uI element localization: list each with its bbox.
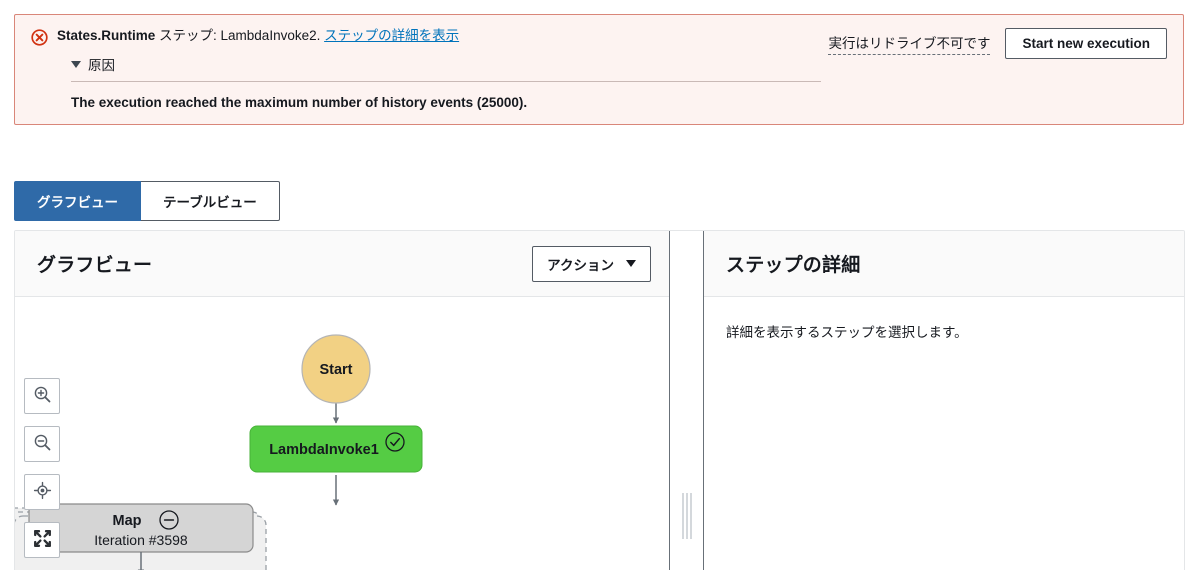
step-detail-pane: ステップの詳細 詳細を表示するステップを選択します。 — [704, 231, 1184, 570]
triangle-down-icon — [71, 60, 81, 68]
graph-zoom-toolbar — [24, 378, 60, 558]
pane-resizer[interactable] — [669, 231, 704, 570]
graph-pane: グラフビュー アクション Start LambdaInvoke1 Map Ite… — [15, 231, 669, 570]
graph-pane-title: グラフビュー — [37, 255, 153, 276]
actions-dropdown-label: アクション — [547, 257, 614, 273]
zoom-out-icon — [33, 433, 52, 455]
node-start-label: Start — [319, 362, 352, 378]
step-detail-empty-message: 詳細を表示するステップを選択します。 — [726, 325, 968, 340]
chevron-down-icon — [626, 260, 636, 267]
redrive-status-note: 実行はリドライブ不可です — [828, 32, 991, 55]
node-map-label: Map — [113, 513, 142, 529]
cause-disclosure-toggle[interactable]: 原因 — [71, 54, 115, 74]
cause-message: The execution reached the maximum number… — [71, 95, 528, 110]
step-detail-body: 詳細を表示するステップを選択します。 — [704, 297, 1184, 570]
tab-table-view[interactable]: テーブルビュー — [141, 181, 280, 221]
view-mode-segmented-control: グラフビュー テーブルビュー — [14, 181, 280, 221]
zoom-in-icon — [33, 385, 52, 407]
node-map-iteration-label: Iteration #3598 — [94, 532, 188, 548]
node-map[interactable]: Map Iteration #3598 — [28, 503, 254, 553]
graph-canvas[interactable]: Start LambdaInvoke1 Map Iteration #3598 — [15, 297, 669, 570]
actions-dropdown-button[interactable]: アクション — [532, 245, 651, 282]
resizer-grip-icon — [682, 493, 691, 539]
main-content-card: グラフビュー アクション Start LambdaInvoke1 Map Ite… — [14, 230, 1185, 570]
error-circle-icon — [31, 29, 48, 46]
zoom-in-button[interactable] — [24, 378, 60, 414]
step-detail-pane-title: ステップの詳細 — [726, 255, 861, 276]
error-alert-banner: States.Runtime ステップ: LambdaInvoke2. ステップ… — [14, 14, 1184, 125]
center-graph-button[interactable] — [24, 474, 60, 510]
start-new-execution-button[interactable]: Start new execution — [1005, 28, 1167, 59]
graph-pane-header: グラフビュー アクション — [15, 231, 669, 297]
fit-screen-icon — [33, 529, 52, 551]
workflow-graph: Start LambdaInvoke1 Map Iteration #3598 — [15, 334, 423, 570]
zoom-out-button[interactable] — [24, 426, 60, 462]
node-lambdainvoke1[interactable]: LambdaInvoke1 — [249, 425, 423, 473]
fit-screen-button[interactable] — [24, 522, 60, 558]
center-target-icon — [33, 481, 52, 503]
node-lambdainvoke1-label: LambdaInvoke1 — [269, 442, 379, 458]
error-code: States.Runtime — [57, 28, 156, 43]
alert-step-text: ステップ: LambdaInvoke2. — [155, 28, 325, 43]
node-start[interactable]: Start — [301, 334, 371, 404]
view-step-details-link[interactable]: ステップの詳細を表示 — [324, 28, 459, 43]
cause-toggle-label: 原因 — [88, 58, 115, 73]
tab-graph-view[interactable]: グラフビュー — [14, 181, 141, 221]
step-detail-pane-header: ステップの詳細 — [704, 231, 1184, 297]
cause-divider — [71, 81, 821, 82]
